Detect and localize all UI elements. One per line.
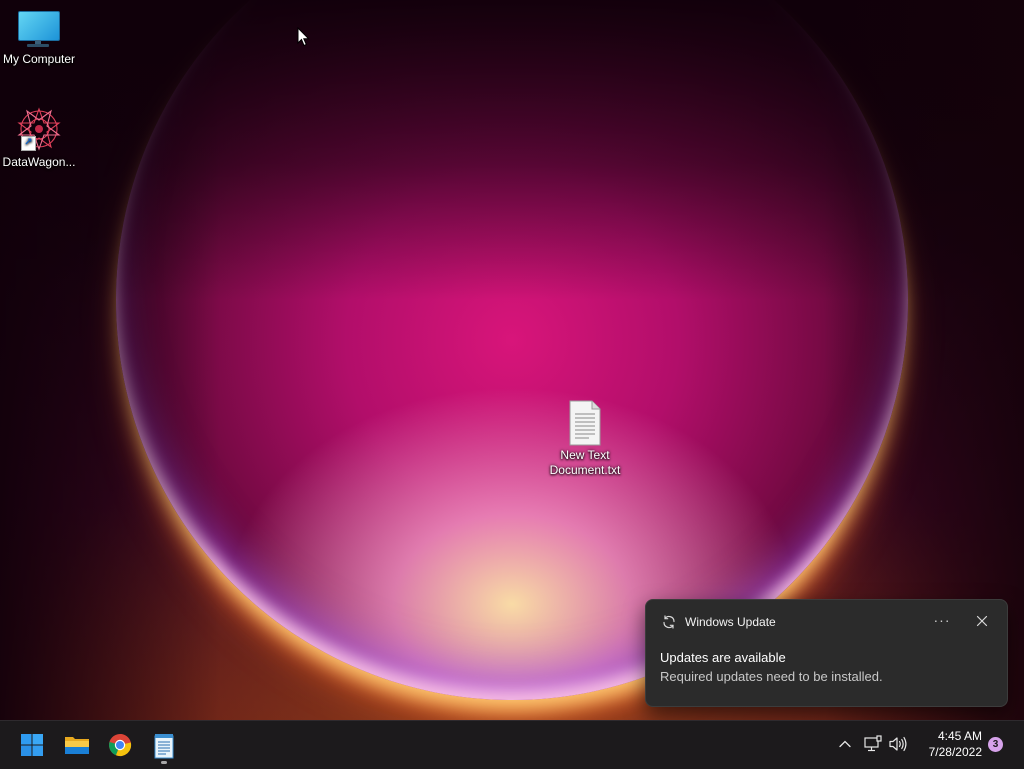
taskbar-chrome-button[interactable] (100, 725, 140, 765)
desktop-icon-my-computer[interactable]: My Computer (0, 8, 78, 67)
desktop-icon-datawagon[interactable]: ↗ DataWagon... (0, 105, 78, 170)
folder-icon (65, 737, 89, 754)
taskbar: 4:45 AM 7/28/2022 3 (0, 720, 1024, 769)
notification-title: Updates are available (660, 650, 786, 665)
chevron-up-icon[interactable] (836, 735, 854, 753)
notification-app-name: Windows Update (685, 615, 776, 629)
shortcut-arrow-icon: ↗ (21, 136, 36, 151)
desktop-icon-new-text-document[interactable]: New Text Document.txt (545, 400, 625, 478)
mouse-cursor-icon (297, 27, 310, 47)
text-document-icon (567, 400, 603, 446)
desktop-icon-label: DataWagon... (2, 155, 76, 169)
taskbar-clock[interactable]: 4:45 AM 7/28/2022 (914, 728, 982, 760)
refresh-icon (663, 615, 675, 629)
notepad-icon (154, 734, 174, 759)
desktop-icon-label: New Text Document.txt (549, 448, 621, 477)
datawagon-app-icon: ↗ (15, 105, 63, 153)
network-icon[interactable] (863, 734, 883, 754)
notification-body: Required updates need to be installed. (660, 669, 883, 684)
start-button[interactable] (12, 725, 52, 765)
windows-logo-icon (21, 734, 43, 756)
notification-close-icon[interactable] (971, 610, 993, 632)
monitor-icon (17, 8, 61, 50)
volume-icon[interactable] (888, 734, 908, 754)
taskbar-notepad-button[interactable] (144, 725, 184, 765)
clock-time: 4:45 AM (937, 729, 982, 743)
desktop-icon-label: My Computer (2, 52, 76, 66)
windows-update-notification[interactable]: Windows Update ··· Updates are available… (645, 599, 1008, 707)
running-indicator (161, 761, 167, 764)
chrome-icon (109, 733, 132, 757)
clock-date: 7/28/2022 (928, 745, 982, 759)
notification-count-badge[interactable]: 3 (988, 737, 1003, 752)
notification-more-options-button[interactable]: ··· (930, 610, 954, 632)
taskbar-file-explorer-button[interactable] (56, 725, 96, 765)
notification-header: Windows Update (661, 612, 776, 632)
